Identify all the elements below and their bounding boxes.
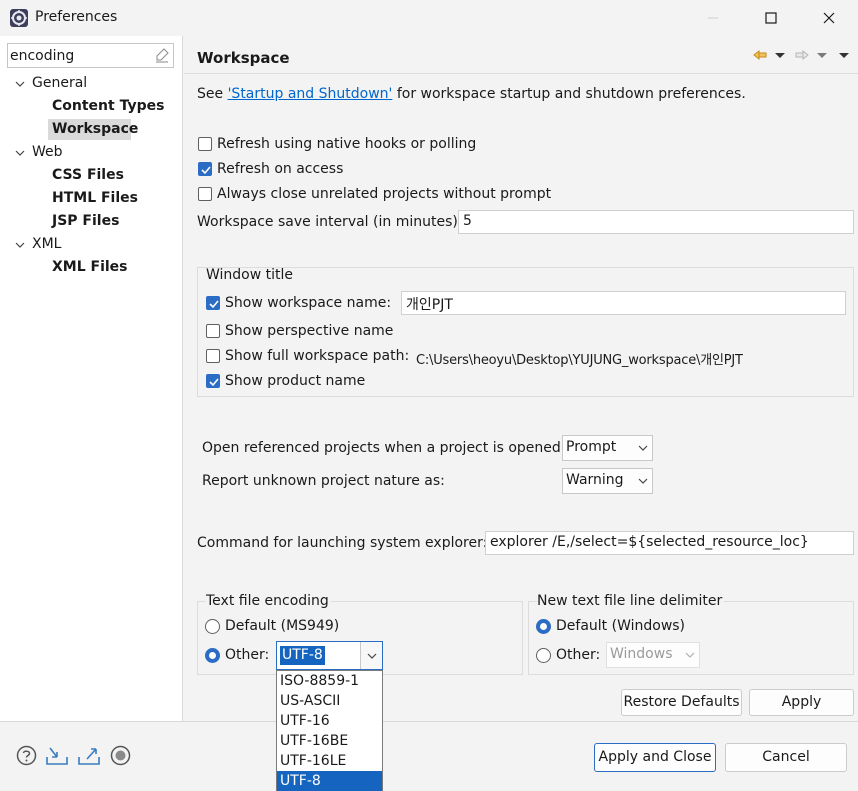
window-title-group-label: Window title [206, 267, 294, 283]
encoding-combo-value: UTF-8 [280, 646, 325, 665]
encoding-option[interactable]: UTF-8 [277, 771, 382, 791]
encoding-other-label: Other: [225, 647, 270, 663]
encoding-option[interactable]: US-ASCII [277, 691, 382, 711]
cancel-button[interactable]: Cancel [725, 743, 847, 772]
report-nature-label: Report unknown project nature as: [202, 473, 445, 489]
help-icon[interactable] [16, 745, 37, 770]
close-icon [823, 12, 835, 24]
refresh-native-label: Refresh using native hooks or polling [217, 136, 477, 152]
report-nature-combo[interactable]: Warning [562, 468, 653, 494]
save-interval-label: Workspace save interval (in minutes): [197, 214, 463, 230]
import-icon[interactable] [45, 745, 69, 770]
forward-menu-chevron-icon[interactable] [816, 47, 828, 63]
delimiter-other-label: Other: [556, 647, 601, 663]
tree-item-web[interactable]: Web [32, 144, 63, 160]
tree-item-jsp-files[interactable]: JSP Files [52, 213, 119, 229]
encoding-option[interactable]: UTF-16 [277, 711, 382, 731]
restore-defaults-button[interactable]: Restore Defaults [621, 689, 742, 716]
refresh-native-checkbox[interactable] [198, 137, 212, 151]
filter-input[interactable] [10, 46, 150, 65]
page-title: Workspace [197, 49, 290, 67]
open-referenced-combo[interactable]: Prompt [562, 435, 653, 461]
explorer-command-input[interactable]: explorer /E,/select=${selected_resource_… [485, 531, 854, 555]
chevron-down-icon [638, 478, 648, 484]
tree-item-content-types[interactable]: Content Types [52, 98, 164, 114]
delimiter-default-label: Default (Windows) [556, 618, 686, 634]
encoding-option[interactable]: UTF-16LE [277, 751, 382, 771]
see-startup-text: See 'Startup and Shutdown' for workspace… [197, 86, 746, 102]
encoding-other-radio[interactable] [205, 648, 220, 663]
export-icon[interactable] [77, 745, 101, 770]
clear-filter-icon[interactable] [155, 48, 169, 63]
show-workspace-name-checkbox[interactable] [206, 296, 220, 310]
apply-and-close-button[interactable]: Apply and Close [594, 743, 716, 772]
tree-item-css-files[interactable]: CSS Files [52, 167, 124, 183]
refresh-access-label: Refresh on access [217, 161, 344, 177]
chevron-down-icon[interactable] [14, 78, 26, 90]
delimiter-combo: Windows [606, 642, 700, 668]
always-close-checkbox[interactable] [198, 187, 212, 201]
tree-item-xml-files[interactable]: XML Files [52, 259, 128, 275]
chevron-down-icon [638, 445, 648, 451]
workspace-name-input[interactable]: 개인PJT [401, 291, 846, 315]
line-delimiter-group-label: New text file line delimiter [537, 593, 725, 609]
show-workspace-name-label: Show workspace name: [225, 295, 392, 311]
maximize-icon [765, 12, 777, 24]
tree-item-workspace[interactable]: Workspace [52, 121, 138, 137]
tree-item-html-files[interactable]: HTML Files [52, 190, 138, 206]
apply-button[interactable]: Apply [749, 689, 854, 716]
encoding-option[interactable]: ISO-8859-1 [277, 671, 382, 691]
explorer-command-label: Command for launching system explorer: [197, 535, 488, 551]
window-title: Preferences [35, 9, 118, 25]
eclipse-app-icon [9, 8, 29, 28]
show-product-label: Show product name [225, 373, 366, 389]
filter-box[interactable] [7, 43, 174, 68]
minimize-icon [708, 17, 718, 19]
back-menu-chevron-icon[interactable] [774, 47, 786, 63]
text-encoding-group-label: Text file encoding [206, 593, 331, 609]
chevron-down-icon [367, 653, 377, 659]
back-arrow-icon[interactable] [752, 47, 768, 63]
forward-arrow-icon[interactable] [794, 47, 810, 63]
show-full-path-label: Show full workspace path: [225, 348, 410, 364]
delimiter-default-radio[interactable] [536, 619, 551, 634]
encoding-dropdown-list[interactable]: ISO-8859-1 US-ASCII UTF-16 UTF-16BE UTF-16LE… [276, 670, 383, 791]
refresh-access-checkbox[interactable] [198, 162, 212, 176]
maximize-button[interactable] [748, 0, 794, 36]
full-path-value: C:\Users\heoyu\Desktop\YUJUNG_workspace\… [416, 353, 743, 368]
save-interval-input[interactable]: 5 [458, 210, 854, 234]
oomph-record-icon[interactable] [110, 745, 131, 770]
footer-divider [0, 721, 858, 722]
tree-item-general[interactable]: General [32, 75, 87, 91]
view-menu-chevron-icon[interactable] [838, 47, 850, 63]
chevron-down-icon[interactable] [14, 239, 26, 251]
header-divider [184, 73, 858, 74]
show-full-path-checkbox[interactable] [206, 349, 220, 363]
close-button[interactable] [806, 0, 852, 36]
checkmark-icon [201, 166, 211, 175]
encoding-combo-dropbutton[interactable] [360, 642, 382, 669]
encoding-default-label: Default (MS949) [225, 618, 340, 634]
always-close-label: Always close unrelated projects without … [217, 186, 552, 202]
startup-shutdown-link[interactable]: 'Startup and Shutdown' [228, 86, 393, 102]
tree-item-xml[interactable]: XML [32, 236, 61, 252]
show-product-checkbox[interactable] [206, 374, 220, 388]
checkmark-icon [209, 300, 219, 309]
encoding-default-radio[interactable] [205, 619, 220, 634]
minimize-button[interactable] [690, 0, 736, 36]
encoding-combo[interactable]: UTF-8 [276, 641, 383, 670]
show-perspective-label: Show perspective name [225, 323, 394, 339]
chevron-down-icon[interactable] [14, 147, 26, 159]
delimiter-other-radio[interactable] [536, 648, 551, 663]
open-referenced-label: Open referenced projects when a project … [202, 440, 566, 456]
encoding-option[interactable]: UTF-16BE [277, 731, 382, 751]
checkmark-icon [209, 378, 219, 387]
show-perspective-checkbox[interactable] [206, 324, 220, 338]
chevron-down-icon [685, 652, 695, 658]
